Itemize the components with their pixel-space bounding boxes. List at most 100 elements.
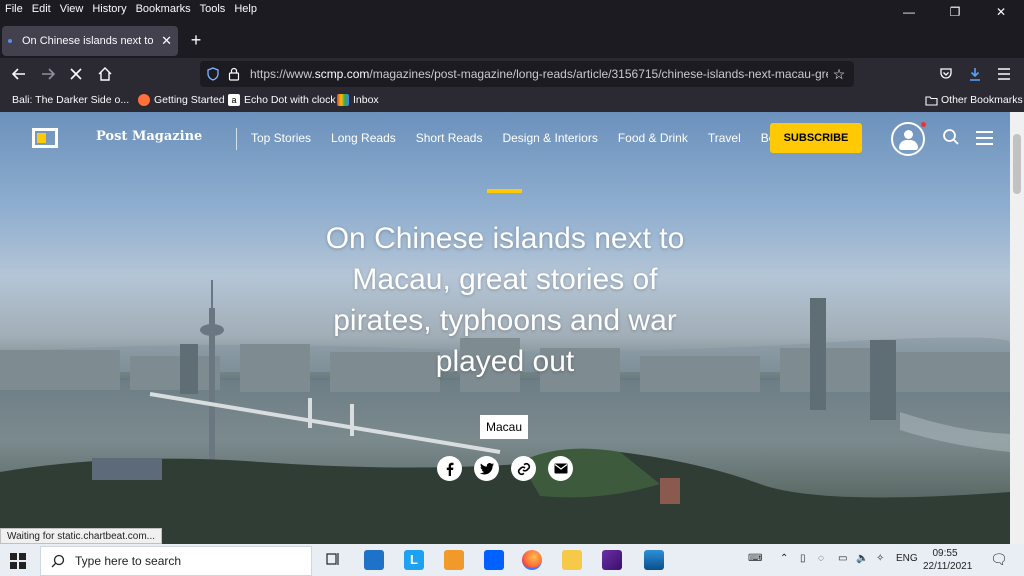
nav-long-reads[interactable]: Long Reads <box>331 131 396 145</box>
windows-start-icon[interactable] <box>10 553 26 569</box>
headline-accent-bar <box>487 189 522 193</box>
system-clock[interactable]: 09:55 22/11/2021 <box>923 547 973 573</box>
keyboard-icon[interactable]: ⌨ <box>748 553 762 564</box>
menu-help[interactable]: Help <box>234 3 257 15</box>
tray-chevron-up-icon[interactable]: ⌃ <box>780 553 788 564</box>
menu-bookmarks[interactable]: Bookmarks <box>136 3 191 15</box>
article-headline: On Chinese islands next to Macau, great … <box>325 222 685 378</box>
brand-title[interactable]: Post Magazine <box>96 129 202 144</box>
search-icon[interactable] <box>942 128 960 146</box>
site-header: Post Magazine Top Stories Long Reads Sho… <box>0 112 1010 164</box>
tab-active[interactable]: On Chinese islands next to Macau ✕ <box>2 26 178 56</box>
site-nav: Top Stories Long Reads Short Reads Desig… <box>251 131 814 145</box>
hamburger-menu-icon[interactable] <box>976 131 993 145</box>
bookmark-bali[interactable]: Bali: The Darker Side o... <box>12 94 129 106</box>
nav-short-reads[interactable]: Short Reads <box>416 131 483 145</box>
twitter-icon[interactable] <box>474 456 499 481</box>
clock-date: 22/11/2021 <box>923 561 973 572</box>
other-bookmarks-label: Other Bookmarks <box>941 94 1023 106</box>
app-menu-icon[interactable] <box>993 63 1015 85</box>
address-bar[interactable]: https://www.scmp.com/magazines/post-maga… <box>200 61 854 87</box>
url-path: /magazines/post-magazine/long-reads/arti… <box>369 67 828 81</box>
bookmarks-bar: Bali: The Darker Side o... Getting Start… <box>0 90 1024 112</box>
scmp-logo-icon[interactable] <box>32 128 58 148</box>
notification-dot <box>921 122 926 127</box>
stop-loading-icon[interactable] <box>65 63 87 85</box>
dropbox-tray-icon[interactable]: ✧ <box>876 553 884 564</box>
language-indicator[interactable]: ENG <box>896 553 918 564</box>
bookmark-label: Echo Dot with clock <box>244 94 336 106</box>
menu-file[interactable]: File <box>5 3 23 15</box>
battery-icon[interactable]: ▭ <box>838 553 847 564</box>
windows-taskbar: Type here to search L ⌨ ⌃ ▯ ◌ ▭ 🔈 ✧ ENG … <box>0 544 1024 576</box>
tablet-icon[interactable]: ▯ <box>800 553 806 564</box>
bookmark-inbox[interactable]: Inbox <box>337 94 379 106</box>
tracking-shield-icon[interactable] <box>206 67 220 81</box>
close-window-icon[interactable]: ✕ <box>978 0 1024 24</box>
notifications-icon[interactable]: 🗨 <box>990 551 1008 568</box>
menu-history[interactable]: History <box>92 3 126 15</box>
amazon-icon: a <box>228 94 240 106</box>
file-explorer-icon[interactable] <box>562 550 582 570</box>
restore-icon[interactable]: ❐ <box>932 0 978 24</box>
onenote-icon[interactable] <box>602 550 622 570</box>
nav-top-stories[interactable]: Top Stories <box>251 131 311 145</box>
close-tab-icon[interactable]: ✕ <box>161 33 172 49</box>
microsoft-store-icon[interactable] <box>364 550 384 570</box>
bookmark-star-icon[interactable]: ☆ <box>828 66 850 83</box>
gmail-icon <box>337 94 349 106</box>
bookmark-label: Getting Started <box>154 94 225 106</box>
back-arrow-icon[interactable] <box>8 63 30 85</box>
firefox-icon <box>138 94 150 106</box>
other-bookmarks[interactable]: Other Bookmarks <box>925 94 1023 106</box>
bookmark-echo-dot[interactable]: a Echo Dot with clock <box>228 94 336 106</box>
volume-icon[interactable]: 🔈 <box>856 553 868 564</box>
nav-design-interiors[interactable]: Design & Interiors <box>502 131 597 145</box>
avatar-body <box>899 140 918 150</box>
taskbar-search-placeholder: Type here to search <box>75 554 182 568</box>
header-divider <box>236 128 237 150</box>
lock-icon[interactable] <box>228 67 240 81</box>
link-icon[interactable] <box>511 456 536 481</box>
clock-time: 09:55 <box>932 548 958 559</box>
taskbar-search[interactable]: Type here to search <box>40 546 312 576</box>
url-prefix: https://www. <box>250 67 315 81</box>
menu-bar: File Edit View History Bookmarks Tools H… <box>0 0 1024 18</box>
photos-icon[interactable] <box>644 550 664 570</box>
nav-travel[interactable]: Travel <box>708 131 741 145</box>
forward-arrow-icon[interactable] <box>37 63 59 85</box>
paint-app-icon[interactable] <box>444 550 464 570</box>
url-domain: scmp.com <box>314 67 370 81</box>
task-view-icon[interactable] <box>324 550 344 570</box>
menu-tools[interactable]: Tools <box>200 3 226 15</box>
dropbox-icon[interactable] <box>484 550 504 570</box>
tab-title: On Chinese islands next to Macau <box>22 35 157 47</box>
subscribe-button[interactable]: SUBSCRIBE <box>770 123 862 153</box>
menu-edit[interactable]: Edit <box>32 3 51 15</box>
bookmark-label: Bali: The Darker Side o... <box>12 94 130 106</box>
page-scrollbar[interactable] <box>1010 112 1024 544</box>
pocket-icon[interactable] <box>935 63 957 85</box>
facebook-icon[interactable] <box>437 456 462 481</box>
bookmark-getting-started[interactable]: Getting Started <box>138 94 225 106</box>
downloads-icon[interactable] <box>964 63 986 85</box>
network-icon[interactable]: ◌ <box>818 553 824 564</box>
user-avatar-icon[interactable] <box>891 122 926 156</box>
l-app-icon[interactable]: L <box>404 550 424 570</box>
menu-view[interactable]: View <box>60 3 84 15</box>
new-tab-button[interactable]: + <box>186 30 206 51</box>
minimize-icon[interactable]: — <box>886 0 932 24</box>
tab-strip: On Chinese islands next to Macau ✕ + <box>0 24 1024 58</box>
status-bar: Waiting for static.chartbeat.com... <box>0 528 163 544</box>
email-icon[interactable] <box>548 456 573 481</box>
firefox-taskbar-icon[interactable] <box>522 550 542 570</box>
taskbar-search-icon <box>51 554 65 568</box>
share-buttons <box>437 456 585 481</box>
loading-dot-icon <box>8 39 12 43</box>
article-tag[interactable]: Macau <box>480 415 529 439</box>
web-page: Post Magazine Top Stories Long Reads Sho… <box>0 112 1010 544</box>
nav-food-drink[interactable]: Food & Drink <box>618 131 688 145</box>
folder-icon <box>925 95 938 106</box>
scrollbar-thumb[interactable] <box>1013 134 1021 194</box>
home-icon[interactable] <box>94 63 116 85</box>
